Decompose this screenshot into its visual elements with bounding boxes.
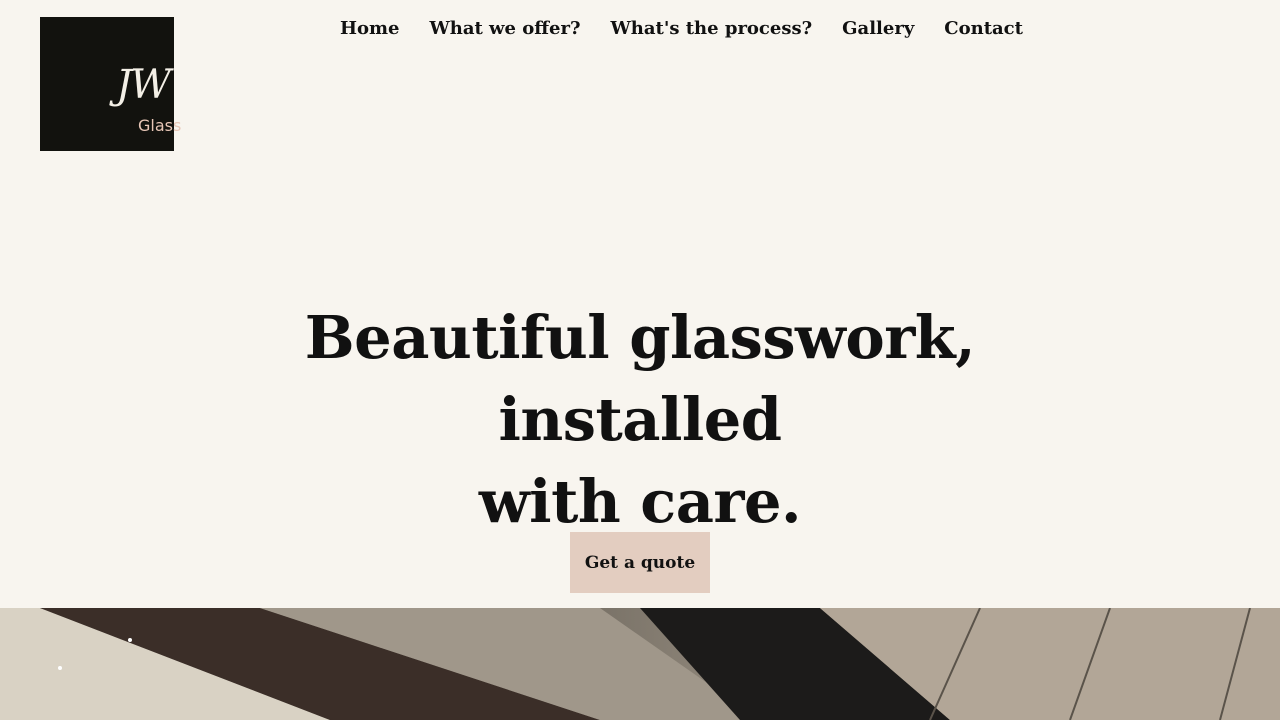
- hero-title-line2: with care.: [478, 467, 802, 536]
- nav-process[interactable]: What's the process?: [611, 18, 813, 39]
- nav-gallery[interactable]: Gallery: [842, 18, 914, 39]
- main-nav: Home What we offer? What's the process? …: [340, 18, 1023, 39]
- kitchen-photo-illustration: [0, 608, 1280, 720]
- nav-home[interactable]: Home: [340, 18, 400, 39]
- hero-title: Beautiful glasswork, installed with care…: [220, 297, 1060, 543]
- logo-mark: JW: [116, 62, 171, 108]
- get-quote-button[interactable]: Get a quote: [570, 532, 710, 593]
- light-dot: [58, 666, 62, 670]
- site-logo[interactable]: JW Glass: [40, 17, 181, 151]
- hero-title-line1: Beautiful glasswork, installed: [304, 303, 976, 454]
- logo-wordmark: Glass: [138, 116, 182, 135]
- nav-what-we-offer[interactable]: What we offer?: [430, 18, 581, 39]
- light-dot: [128, 638, 132, 642]
- nav-contact[interactable]: Contact: [944, 18, 1023, 39]
- kitchen-photo: [0, 608, 1280, 720]
